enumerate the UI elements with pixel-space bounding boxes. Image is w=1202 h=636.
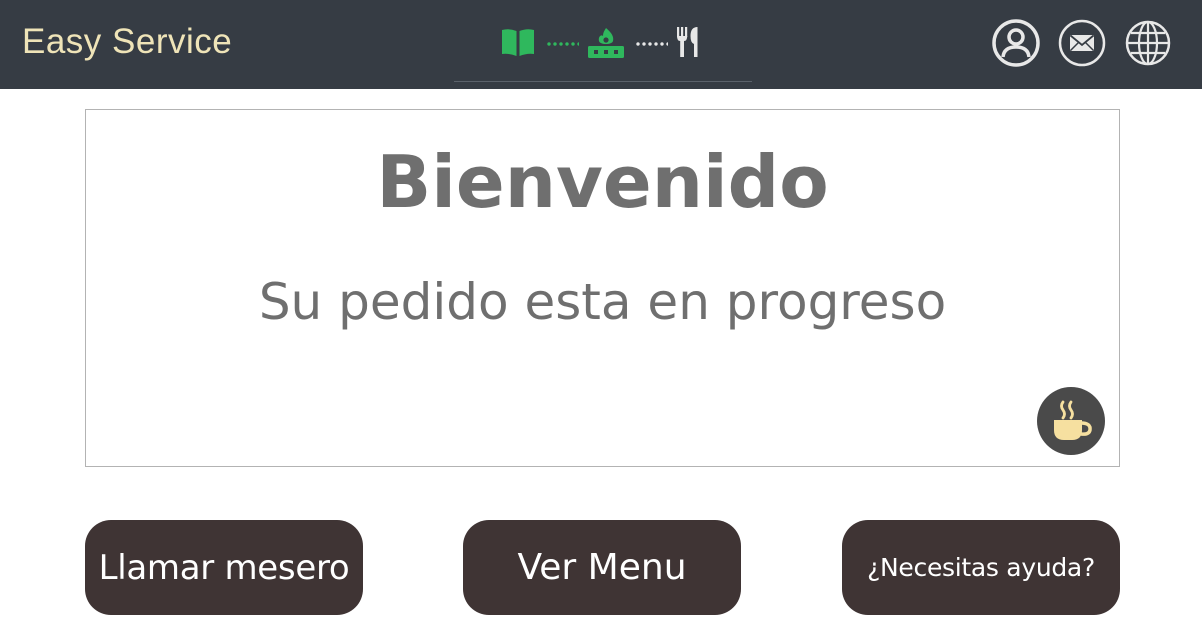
menu-book-icon [500,27,536,61]
progress-underline [454,81,752,82]
progress-connector [546,42,579,46]
top-bar: Easy Service [0,0,1202,89]
welcome-title: Bienvenido [376,140,829,224]
order-status-message: Su pedido esta en progreso [258,273,947,331]
help-button[interactable]: ¿Necesitas ayuda? [842,520,1120,615]
coffee-cup-icon[interactable] [1037,387,1105,455]
progress-connector [635,42,668,46]
user-profile-icon[interactable] [992,19,1040,67]
utensils-icon [676,26,704,62]
call-waiter-button[interactable]: Llamar mesero [85,520,363,615]
mail-icon[interactable] [1058,19,1106,67]
globe-icon[interactable] [1124,19,1172,67]
header-actions [974,19,1172,67]
order-progress-indicator [500,26,704,62]
welcome-card: Bienvenido Su pedido esta en progreso [85,109,1120,467]
view-menu-button[interactable]: Ver Menu [463,520,741,615]
brand-logo-text[interactable]: Easy Service [22,22,232,62]
stove-icon [587,25,625,63]
